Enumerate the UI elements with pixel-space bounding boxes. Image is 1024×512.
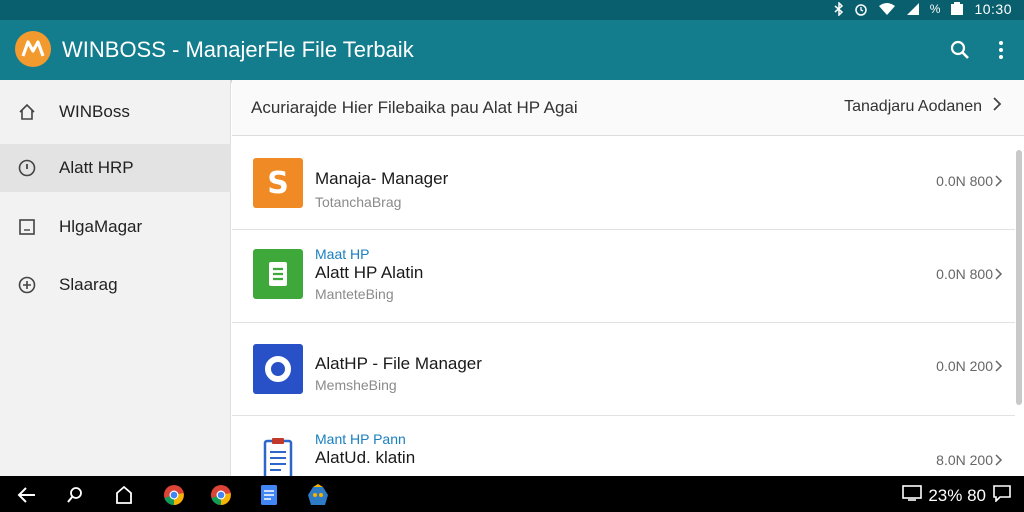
sidebar: WINBoss Alatt HRP HlgaMagar Slaarag [0,80,231,476]
file-title: Alatt HP Alatin [315,263,424,282]
system-tray: 23% 80 [902,484,1012,507]
chevron-right-icon [995,360,1003,372]
sidebar-item-slaarag[interactable]: Slaarag [0,261,231,309]
signal-icon [906,2,920,16]
file-size: 0.0N 800 [936,266,1003,282]
docs-icon[interactable] [258,484,280,506]
sidebar-item-winboss[interactable]: WINBoss [0,88,231,136]
file-size-value: 8.0N 200 [936,452,993,468]
sidebar-item-label: Slaarag [59,275,118,294]
main-content: Acuriarajde Hier Filebaika pau Alat HP A… [232,80,1024,480]
percent-text: % [929,2,941,16]
add-circle-icon [17,275,37,295]
search-icon[interactable] [948,38,972,62]
chevron-right-icon [995,454,1003,466]
breadcrumb: Acuriarajde Hier Filebaika pau Alat HP A… [232,80,1024,136]
breadcrumb-action-label: Tanadjaru Aodanen [844,97,982,115]
file-title: AlatHP - File Manager [315,354,482,373]
chevron-right-icon [995,268,1003,280]
game-icon[interactable] [305,484,331,506]
app-title: WINBOSS - ManajerFle File Terbaik [62,37,414,62]
file-size-value: 0.0N 200 [936,358,993,374]
info-circle-icon [17,158,37,178]
status-bar: % 10:30 [0,0,1024,20]
file-subtitle: TotanchaBrag [315,194,402,210]
sidebar-item-label: HlgaMagar [59,217,143,236]
file-size-value: 0.0N 800 [936,266,993,282]
breadcrumb-text: Acuriarajde Hier Filebaika pau Alat HP A… [251,98,578,117]
file-tag: Mant HP Pann [315,431,406,447]
scrollbar[interactable] [1016,150,1022,405]
file-size: 0.0N 200 [936,358,1003,374]
tray-text: 23% 80 [928,485,986,505]
home-icon[interactable] [113,484,135,506]
square-icon [17,217,37,237]
orange-s-app-icon: S [253,158,303,208]
screen-icon[interactable] [902,485,923,506]
file-subtitle: MemsheBing [315,377,397,393]
file-row[interactable]: Maat HP Alatt HP Alatin ManteteBing 0.0N… [232,231,1015,323]
sidebar-item-label: WINBoss [59,102,130,121]
wifi-icon [878,2,896,16]
sidebar-item-alatt-hrp[interactable]: Alatt HRP [0,144,231,192]
file-title: Manaja- Manager [315,169,449,188]
file-tag: Maat HP [315,246,370,262]
chrome-icon[interactable] [210,484,232,506]
alarm-icon [854,2,868,16]
file-subtitle: ManteteBing [315,286,394,302]
search-icon[interactable] [64,484,86,506]
app-bar: WINBOSS - ManajerFle File Terbaik [0,20,1024,80]
chat-icon[interactable] [992,484,1012,507]
green-document-icon [253,249,303,299]
file-size: 8.0N 200 [936,452,1003,468]
file-size-value: 0.0N 800 [936,173,993,189]
status-time: 10:30 [974,1,1012,17]
file-row[interactable]: Mant HP Pann AlatUd. klatin 8.0N 200 [232,417,1015,480]
breadcrumb-action[interactable]: Tanadjaru Aodanen [844,96,1002,117]
home-icon [17,102,37,122]
chrome-icon[interactable] [163,484,185,506]
file-row[interactable]: AlatHP - File Manager MemsheBing 0.0N 20… [232,324,1015,416]
navigation-bar: 23% 80 [0,476,1024,512]
bluetooth-icon [834,2,844,16]
app-logo[interactable] [15,31,51,67]
back-icon[interactable] [16,484,38,506]
battery-icon [950,2,964,16]
file-row[interactable]: S Manaja- Manager TotanchaBrag 0.0N 800 [232,138,1015,230]
chevron-right-icon [995,175,1003,187]
file-size: 0.0N 800 [936,173,1003,189]
chevron-right-icon [992,96,1002,117]
sidebar-item-hlgamagar[interactable]: HlgaMagar [0,203,231,251]
more-vert-icon[interactable] [989,38,1013,62]
file-title: AlatUd. klatin [315,448,416,467]
blue-ring-app-icon [253,344,303,394]
sidebar-item-label: Alatt HRP [59,158,134,177]
